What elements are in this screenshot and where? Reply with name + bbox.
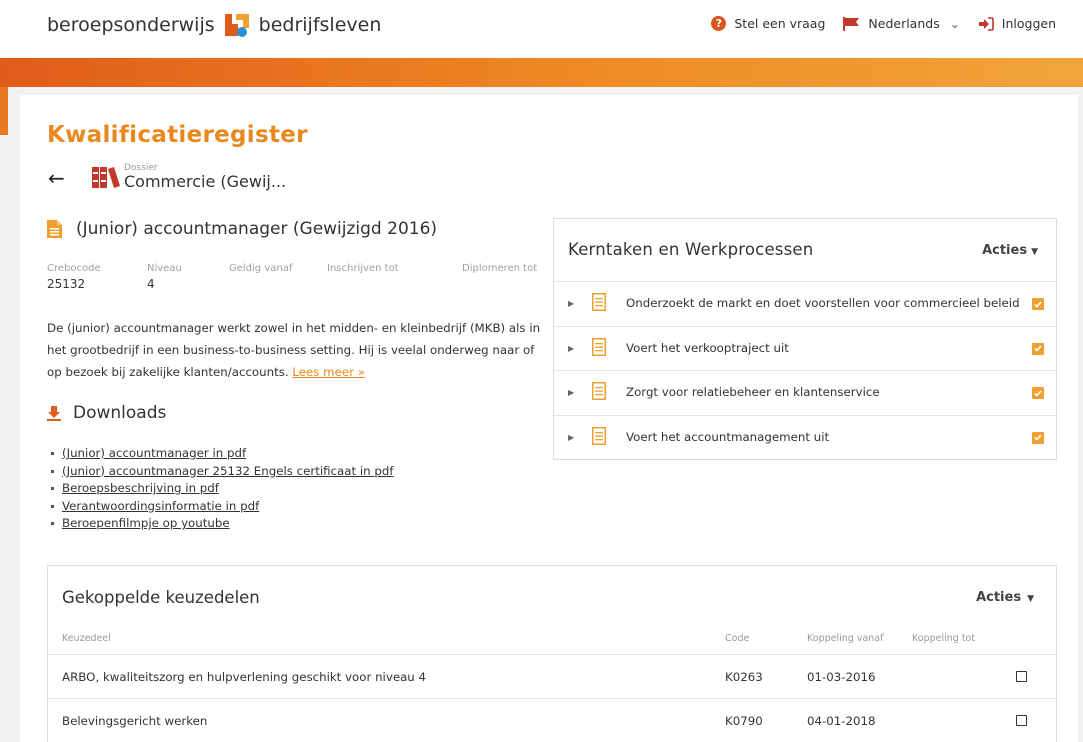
inschrijven-tot-label: Inschrijven tot [327, 263, 399, 274]
download-link[interactable]: Beroepsbeschrijving in pdf [62, 480, 219, 498]
keuzedeel-code: K0263 [725, 670, 763, 684]
caret-down-icon: ▼ [1031, 247, 1038, 257]
kerntaak-row[interactable]: ▶ Voert het accountmanagement uit [554, 416, 1056, 461]
list-item: Beroepsbeschrijving in pdf [51, 480, 394, 498]
checkbox-checked-icon[interactable] [1032, 387, 1044, 399]
login-label: Inloggen [1001, 16, 1056, 31]
download-link[interactable]: Beroepenfilmpje op youtube [62, 515, 230, 533]
column-header-keuzedeel: Keuzedeel [62, 633, 111, 644]
back-arrow-icon[interactable]: ← [48, 166, 65, 190]
download-link[interactable]: Verantwoordingsinformatie in pdf [62, 498, 259, 516]
ask-question-link[interactable]: ? Stel een vraag [711, 16, 825, 31]
keuzedeel-name: ARBO, kwaliteitszorg en hulpverlening ge… [62, 670, 427, 684]
actions-label: Acties [982, 243, 1028, 258]
task-document-icon [592, 293, 606, 311]
flag-icon [843, 16, 860, 31]
download-link[interactable]: (Junior) accountmanager in pdf [62, 445, 246, 463]
question-icon: ? [711, 16, 727, 31]
column-header-koppeling-tot: Koppeling tot [912, 633, 976, 644]
kerntaken-actions-button[interactable]: Acties ▼ [982, 243, 1038, 258]
login-link[interactable]: Inloggen [978, 16, 1056, 31]
diplomeren-tot-label: Diplomeren tot [462, 263, 538, 274]
task-document-icon [592, 426, 606, 445]
caret-down-icon: ▼ [1027, 594, 1034, 604]
logo-text-left: beroepsonderwijs [47, 14, 215, 36]
table-row[interactable]: Belevingsgericht werken K0790 04-01-2018 [48, 698, 1056, 742]
kerntaak-label: Voert het verkooptraject uit [626, 340, 789, 355]
keuzedeel-code: K0790 [725, 714, 763, 728]
orange-banner [0, 58, 1083, 87]
kerntaken-panel: Kerntaken en Werkprocessen Acties ▼ ▶ Ond… [553, 218, 1057, 460]
crebocode-value: 25132 [47, 277, 86, 291]
row-checkbox[interactable] [1016, 715, 1027, 726]
kerntaak-row[interactable]: ▶ Zorgt voor relatiebeheer en klantenser… [554, 371, 1056, 416]
dossier-name[interactable]: Commercie (Gewij... [124, 172, 286, 191]
expand-triangle-icon[interactable]: ▶ [568, 388, 574, 397]
orange-side-accent [0, 87, 8, 135]
table-row[interactable]: ARBO, kwaliteitszorg en hulpverlening ge… [48, 654, 1056, 698]
chevron-down-icon: ⌄ [949, 16, 960, 31]
koppeling-vanaf: 04-01-2018 [807, 714, 876, 728]
qualification-description: De (junior) accountmanager werkt zowel i… [47, 317, 541, 383]
niveau-value: 4 [147, 277, 155, 291]
downloads-heading: Downloads [47, 403, 166, 423]
list-item: Verantwoordingsinformatie in pdf [51, 498, 394, 516]
top-bar: beroepsonderwijs bedrijfsleven ? Stel ee… [0, 0, 1083, 58]
logo-text-right: bedrijfsleven [258, 14, 382, 36]
checkbox-checked-icon[interactable] [1032, 431, 1044, 444]
kerntaken-title: Kerntaken en Werkprocessen [568, 240, 814, 259]
sign-in-icon [978, 16, 994, 31]
column-header-koppeling-vanaf: Koppeling vanaf [807, 633, 884, 644]
koppeling-vanaf: 01-03-2016 [807, 670, 876, 684]
ask-question-label: Stel een vraag [734, 16, 826, 31]
site-logo[interactable]: beroepsonderwijs bedrijfsleven [47, 10, 381, 40]
keuzedelen-actions-button[interactable]: Acties ▼ [976, 590, 1034, 605]
page-title: Kwalificatieregister [47, 122, 308, 148]
qualification-title: (Junior) accountmanager (Gewijzigd 2016) [47, 219, 437, 239]
expand-triangle-icon[interactable]: ▶ [568, 299, 574, 308]
kerntaak-row[interactable]: ▶ Onderzoekt de markt en doet voorstelle… [554, 282, 1056, 327]
document-icon [47, 220, 62, 238]
keuzedeel-name: Belevingsgericht werken [62, 714, 208, 728]
language-selector[interactable]: Nederlands ⌄ [843, 16, 960, 31]
task-document-icon [592, 382, 606, 400]
logo-mark-icon [224, 14, 249, 37]
checkbox-checked-icon[interactable] [1032, 342, 1044, 355]
list-item: Beroepenfilmpje op youtube [51, 515, 394, 533]
keuzedelen-title: Gekoppelde keuzedelen [62, 588, 260, 607]
kerntaak-row[interactable]: ▶ Voert het verkooptraject uit [554, 327, 1056, 371]
downloads-heading-text: Downloads [73, 403, 167, 423]
list-item: (Junior) accountmanager in pdf [51, 445, 394, 463]
row-checkbox[interactable] [1016, 671, 1027, 682]
kerntaak-label: Onderzoekt de markt en doet voorstellen … [626, 296, 1020, 310]
read-more-link[interactable]: Lees meer » [292, 365, 365, 379]
top-nav: ? Stel een vraag Nederlands ⌄ Inloggen [693, 16, 1056, 31]
download-link[interactable]: (Junior) accountmanager 25132 Engels cer… [62, 463, 394, 481]
kerntaken-header: Kerntaken en Werkprocessen Acties ▼ [554, 219, 1056, 282]
actions-label: Acties [976, 590, 1022, 605]
keuzedelen-panel: Gekoppelde keuzedelen Acties ▼ Keuzedeel … [47, 565, 1057, 742]
qualification-title-text: (Junior) accountmanager (Gewijzigd 2016) [76, 219, 438, 239]
dossier-binders-icon [92, 167, 120, 188]
expand-triangle-icon[interactable]: ▶ [568, 344, 574, 353]
kerntaak-label: Zorgt voor relatiebeheer en klantenservi… [626, 385, 880, 399]
checkbox-checked-icon[interactable] [1032, 298, 1044, 310]
expand-triangle-icon[interactable]: ▶ [568, 433, 574, 442]
geldig-vanaf-label: Geldig vanaf [229, 263, 293, 274]
crebocode-label: Crebocode [47, 263, 101, 274]
downloads-list: (Junior) accountmanager in pdf (Junior) … [51, 445, 394, 533]
list-item: (Junior) accountmanager 25132 Engels cer… [51, 463, 394, 481]
language-label: Nederlands [868, 16, 940, 31]
download-icon [47, 405, 61, 421]
niveau-label: Niveau [147, 263, 182, 274]
kerntaak-label: Voert het accountmanagement uit [626, 429, 830, 444]
column-header-code: Code [725, 633, 750, 644]
task-document-icon [592, 337, 606, 356]
